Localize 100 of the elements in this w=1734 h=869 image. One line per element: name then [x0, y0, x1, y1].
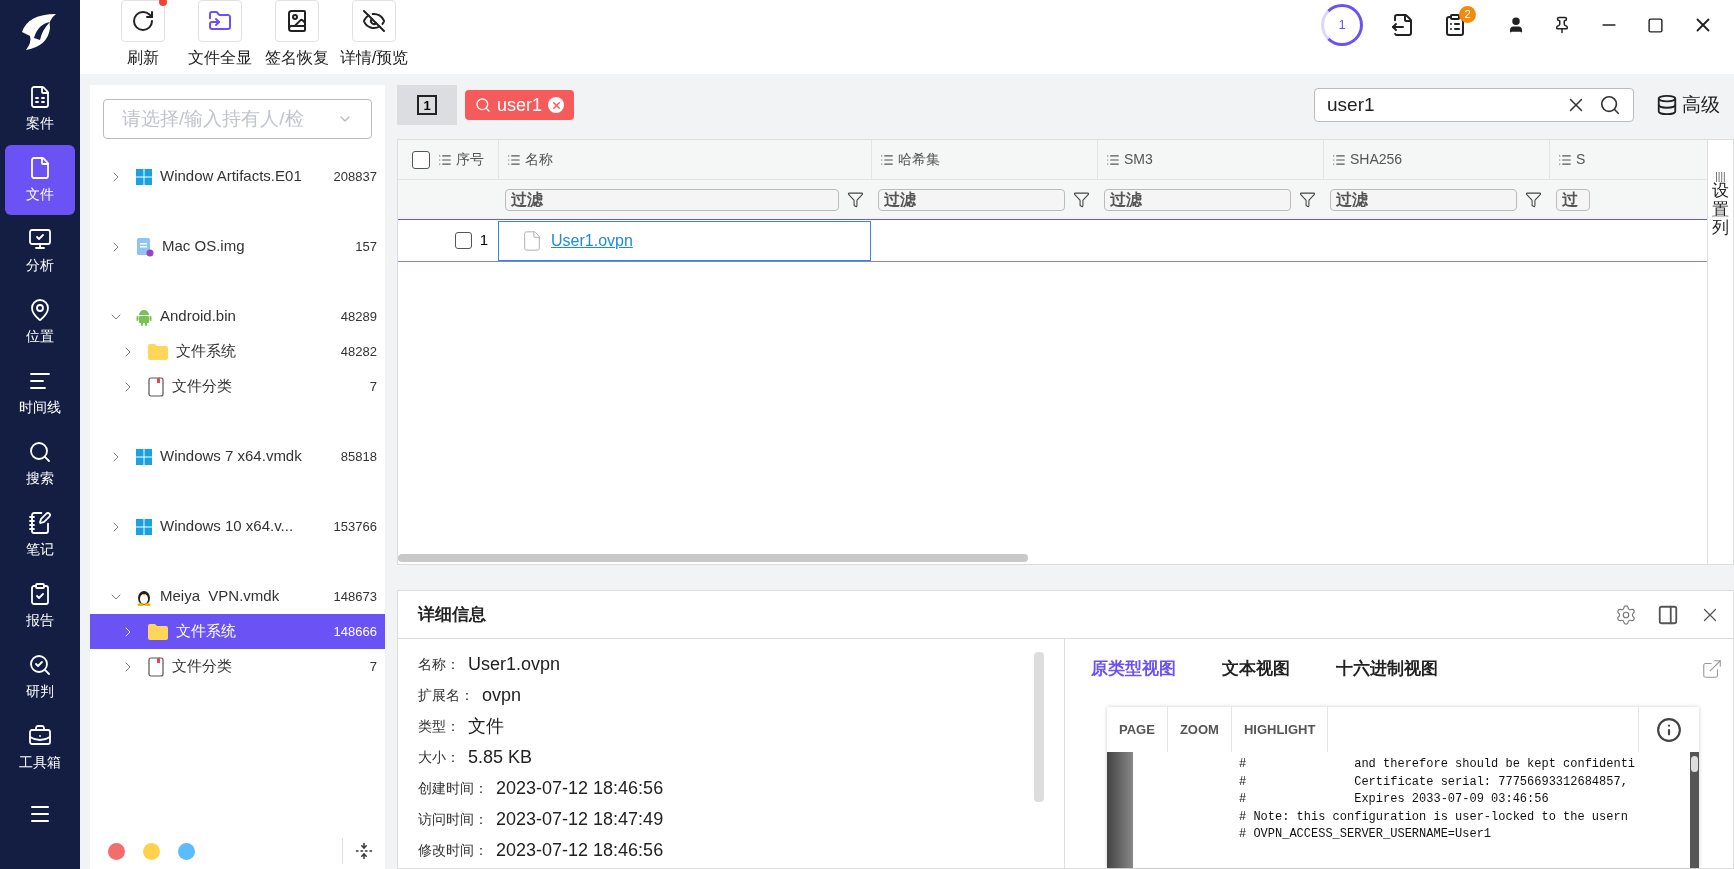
tree-item[interactable]: 文件分类 7: [90, 369, 385, 404]
vertical-scrollbar[interactable]: [1034, 652, 1044, 802]
settings-icon[interactable]: [1615, 603, 1637, 626]
view-toggle-button[interactable]: 1: [397, 85, 457, 125]
view-tab[interactable]: 文本视图: [1222, 656, 1290, 682]
toolbar-button[interactable]: 文件全显: [183, 0, 257, 70]
column-header[interactable]: 序号: [456, 149, 484, 170]
panel-title: 详细信息: [418, 603, 487, 626]
pop-out-icon[interactable]: [1701, 658, 1723, 680]
nav-icon: [28, 652, 52, 677]
horizontal-scrollbar[interactable]: [398, 554, 1028, 562]
table-row[interactable]: 1 User1.ovpn: [398, 220, 1707, 262]
search-icon[interactable]: [1599, 94, 1621, 116]
nav-item[interactable]: 工具箱: [5, 713, 75, 783]
field-label: 修改时间：: [418, 841, 488, 860]
filter-field[interactable]: 过滤: [878, 188, 1065, 211]
filter-icon[interactable]: [847, 191, 864, 208]
item-count: 148666: [333, 622, 377, 641]
panel-layout-icon[interactable]: [1657, 603, 1679, 626]
tag-close-icon[interactable]: [548, 97, 565, 113]
task-progress-ring[interactable]: 1: [1321, 4, 1363, 46]
item-count: 7: [369, 657, 377, 676]
nav-item[interactable]: 案件: [5, 74, 75, 144]
list-icon: [1558, 152, 1572, 167]
filter-field[interactable]: 过滤: [1330, 188, 1517, 211]
tree-item[interactable]: Window Artifacts.E01 208837: [90, 159, 385, 194]
field-value: ovpn: [482, 684, 522, 707]
view-tab[interactable]: 十六进制视图: [1336, 656, 1438, 682]
code-line: # and therefore should be kept confidenti: [1239, 756, 1637, 773]
clipboard-icon[interactable]: [1443, 13, 1467, 37]
tree-item[interactable]: Android.bin 48289: [90, 299, 385, 334]
nav-icon: [28, 581, 52, 606]
select-all-checkbox[interactable]: [412, 150, 430, 169]
tree-item-label: Android.bin: [160, 306, 237, 327]
maximize-icon[interactable]: [1647, 16, 1664, 34]
name-cell[interactable]: User1.ovpn: [498, 220, 871, 261]
toolbar-button[interactable]: 刷新: [106, 0, 180, 70]
toolbar-button[interactable]: 详情/预览: [337, 0, 411, 70]
field-label: 名称：: [418, 655, 460, 674]
column-header[interactable]: 名称: [525, 149, 553, 170]
collapse-all-icon[interactable]: [355, 842, 373, 860]
column-header[interactable]: SHA256: [1350, 149, 1403, 170]
user-icon[interactable]: [1507, 16, 1525, 34]
column-header[interactable]: SM3: [1124, 149, 1153, 170]
field-label: 类型：: [418, 717, 460, 736]
nav-icon: [28, 155, 52, 180]
advanced-search-button[interactable]: 高级: [1656, 90, 1720, 120]
list-icon: [507, 152, 521, 167]
nav-icon: [28, 723, 52, 748]
nav-item[interactable]: 研判: [5, 642, 75, 712]
view-tab[interactable]: 原类型视图: [1091, 656, 1176, 682]
field-value: 2023-07-12 18:46:56: [496, 839, 664, 862]
tree-item[interactable]: Mac OS.img 157: [90, 229, 385, 264]
column-settings-tab[interactable]: 设置列: [1707, 140, 1733, 564]
nav-item[interactable]: 文件: [5, 145, 75, 215]
tree-item[interactable]: 文件系统 48282: [90, 334, 385, 369]
code-line: # Certificate serial: 77756693312684857,: [1239, 773, 1629, 791]
search-field[interactable]: user1: [1314, 88, 1634, 122]
tree-item-label: Window Artifacts.E01: [160, 166, 303, 187]
tree-item[interactable]: 文件系统 148666: [90, 614, 385, 649]
tree-item[interactable]: Windows 7 x64.vmdk 85818: [90, 439, 385, 474]
tree-item[interactable]: 文件分类 7: [90, 649, 385, 684]
nav-item[interactable]: 位置: [5, 287, 75, 357]
item-count: 148673: [333, 587, 377, 606]
nav-item[interactable]: 时间线: [5, 358, 75, 428]
field-value: 2023-07-12 18:47:49: [496, 808, 664, 831]
toolbar-button[interactable]: 签名恢复: [260, 0, 334, 70]
file-link[interactable]: User1.ovpn: [551, 228, 633, 253]
android-icon: [136, 307, 152, 326]
database-search-icon: [1656, 94, 1678, 116]
tree-item-label: 文件分类: [172, 656, 233, 677]
export-icon[interactable]: [1391, 13, 1415, 37]
nav-item[interactable]: 搜索: [5, 429, 75, 499]
row-checkbox[interactable]: [454, 232, 472, 249]
item-count: 153766: [333, 517, 377, 536]
tree-item[interactable]: Windows 10 x64.v... 153766: [90, 509, 385, 544]
tree-item[interactable]: Meiya VPN.vmdk 148673: [90, 579, 385, 614]
filter-field[interactable]: 过: [1556, 188, 1590, 211]
filter-field[interactable]: 过滤: [1104, 188, 1291, 211]
nav-item[interactable]: 笔记: [5, 500, 75, 570]
filter-field[interactable]: 过滤: [505, 188, 839, 211]
column-header[interactable]: 哈希集: [898, 149, 940, 170]
windows-logo-icon: [136, 448, 152, 465]
column-header[interactable]: S: [1576, 149, 1586, 170]
list-icon: [1106, 152, 1120, 167]
filter-icon[interactable]: [1525, 191, 1542, 208]
info-icon[interactable]: [1656, 716, 1682, 743]
field-label: 大小：: [418, 748, 460, 767]
pin-icon[interactable]: [1553, 16, 1571, 34]
field-label: 访问时间：: [418, 810, 488, 829]
vertical-scrollbar[interactable]: [1690, 752, 1699, 868]
nav-item[interactable]: 分析: [5, 216, 75, 286]
filter-icon[interactable]: [1299, 191, 1316, 208]
tree-item-label: 文件分类: [172, 376, 233, 397]
field-value: 文件: [468, 715, 504, 738]
item-count: 85818: [340, 447, 377, 466]
nav-item[interactable]: 报告: [5, 571, 75, 641]
filter-icon[interactable]: [1073, 191, 1090, 208]
search-icon: [475, 97, 491, 113]
folder-icon: [148, 623, 168, 640]
